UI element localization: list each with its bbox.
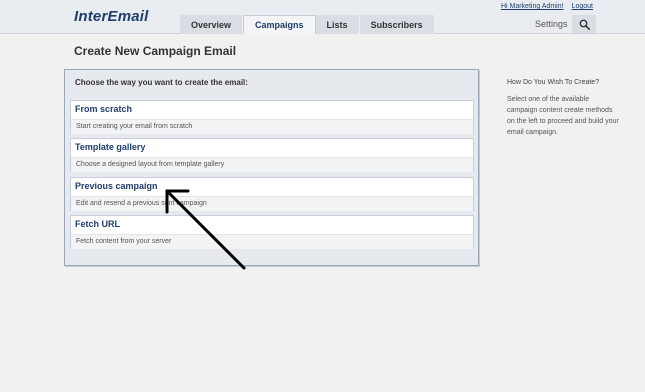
app-logo[interactable]: InterEmail bbox=[74, 8, 149, 25]
create-method-panel: Choose the way you want to create the em… bbox=[64, 69, 479, 266]
option-fetch-url[interactable]: Fetch URL Fetch content from your server bbox=[70, 215, 474, 249]
option-title[interactable]: Template gallery bbox=[75, 142, 145, 152]
logout-link[interactable]: Logout bbox=[572, 3, 593, 10]
option-previous-campaign[interactable]: Previous campaign Edit and resend a prev… bbox=[70, 177, 474, 211]
tab-overview[interactable]: Overview bbox=[180, 15, 244, 34]
main-nav-tabs: Overview Campaigns Lists Subscribers bbox=[180, 15, 435, 34]
panel-heading: Choose the way you want to create the em… bbox=[75, 78, 248, 87]
help-text: Select one of the available campaign con… bbox=[507, 96, 619, 136]
help-title: How Do You Wish To Create? bbox=[507, 79, 600, 86]
top-header: InterEmail Hi Marketing Admin! Logout Ov… bbox=[0, 0, 645, 34]
option-from-scratch[interactable]: From scratch Start creating your email f… bbox=[70, 100, 474, 134]
user-links: Hi Marketing Admin! Logout bbox=[501, 3, 593, 10]
search-icon bbox=[579, 19, 590, 30]
option-description: Fetch content from your server bbox=[71, 234, 473, 249]
option-title[interactable]: Previous campaign bbox=[75, 181, 158, 191]
option-description: Choose a designed layout from template g… bbox=[71, 157, 473, 172]
option-description: Edit and resend a previous sent campaign bbox=[71, 196, 473, 211]
search-button[interactable] bbox=[572, 15, 596, 33]
option-title[interactable]: From scratch bbox=[75, 104, 132, 114]
page-title: Create New Campaign Email bbox=[74, 44, 237, 58]
user-greeting-link[interactable]: Hi Marketing Admin! bbox=[501, 3, 564, 10]
option-description: Start creating your email from scratch bbox=[71, 119, 473, 134]
option-template-gallery[interactable]: Template gallery Choose a designed layou… bbox=[70, 138, 474, 172]
tab-campaigns[interactable]: Campaigns bbox=[243, 15, 316, 34]
tab-subscribers[interactable]: Subscribers bbox=[359, 15, 435, 34]
option-title[interactable]: Fetch URL bbox=[75, 219, 120, 229]
tab-lists[interactable]: Lists bbox=[315, 15, 360, 34]
settings-link[interactable]: Settings bbox=[535, 19, 568, 29]
